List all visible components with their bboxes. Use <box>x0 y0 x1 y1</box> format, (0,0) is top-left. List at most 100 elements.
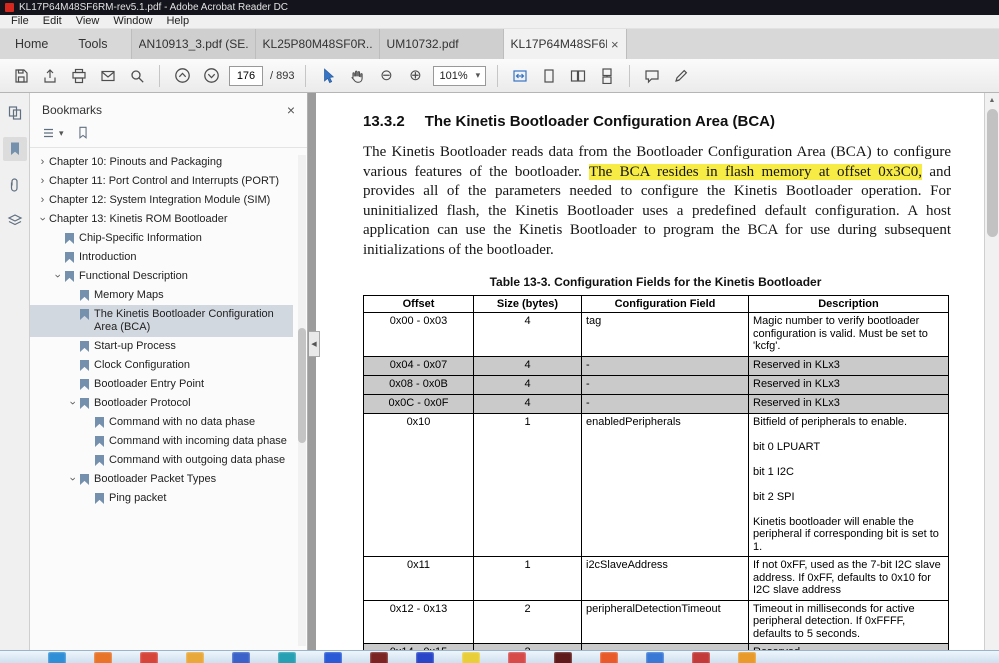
table-row: 0x11 1 i2cSlaveAddress If not 0xFF, used as… <box>363 556 949 601</box>
bookmark-item[interactable]: Bootloader Entry Point <box>30 375 293 394</box>
bookmark-item[interactable]: › Chapter 13: Kinetis ROM Bootloader <box>30 210 293 229</box>
bookmark-options-icon[interactable]: ▾ <box>42 126 64 140</box>
bookmark-item[interactable]: Command with incoming data phase <box>30 432 293 451</box>
taskbar-app-icon[interactable] <box>462 652 480 663</box>
taskbar-app-icon[interactable] <box>278 652 296 663</box>
bookmark-label: Command with no data phase <box>109 416 256 428</box>
table-cell-desc: Reserved in KLx3 <box>748 355 949 376</box>
menu-edit[interactable]: Edit <box>36 15 69 28</box>
zoom-out-icon[interactable]: ⊖ <box>375 64 397 88</box>
taskbar-app-icon[interactable] <box>370 652 388 663</box>
document-tab[interactable]: AN10913_3.pdf (SE... <box>130 29 255 59</box>
section-title: The Kinetis Bootloader Configuration Are… <box>424 113 775 130</box>
bookmark-item[interactable]: › Chapter 11: Port Control and Interrupts… <box>30 172 293 191</box>
taskbar-app-icon[interactable] <box>94 652 112 663</box>
taskbar-app-icon[interactable] <box>140 652 158 663</box>
close-panel-icon[interactable]: × <box>287 102 295 118</box>
bookmark-item[interactable]: Start-up Process <box>30 337 293 356</box>
bookmark-label: The Kinetis Bootloader Configuration Are… <box>94 308 274 333</box>
print-icon[interactable] <box>68 64 90 88</box>
collapse-chevron-icon[interactable]: › <box>67 397 79 410</box>
share-icon[interactable] <box>39 64 61 88</box>
bookmark-item[interactable]: › Bootloader Packet Types <box>30 470 293 489</box>
expand-chevron-icon[interactable]: › <box>36 194 49 206</box>
bookmarks-panel-title: Bookmarks <box>42 103 103 117</box>
tab-close-icon[interactable]: × <box>611 37 619 52</box>
taskbar-app-icon[interactable] <box>646 652 664 663</box>
document-tab[interactable]: KL25P80M48SF0R... <box>254 29 379 59</box>
table-cell-offset: 0x08 - 0x0B <box>363 374 474 395</box>
taskbar-app-icon[interactable] <box>186 652 204 663</box>
bookmark-item[interactable]: Clock Configuration <box>30 356 293 375</box>
select-tool-icon[interactable] <box>317 64 339 88</box>
tab-tools[interactable]: Tools <box>63 29 122 59</box>
table-cell-size: 4 <box>473 374 582 395</box>
bookmark-item[interactable]: › Bootloader Protocol <box>30 394 293 413</box>
taskbar-app-icon[interactable] <box>508 652 526 663</box>
page-number-input[interactable] <box>229 65 263 86</box>
menu-window[interactable]: Window <box>106 15 159 28</box>
bookmarks-scrollbar-thumb[interactable] <box>298 328 306 443</box>
zoom-level-select[interactable]: 101% ▾ <box>433 65 487 86</box>
tab-home[interactable]: Home <box>0 29 63 59</box>
save-icon[interactable] <box>10 64 32 88</box>
menu-help[interactable]: Help <box>159 15 196 28</box>
bookmark-item[interactable]: The Kinetis Bootloader Configuration Are… <box>30 305 293 337</box>
tab-bar: Home Tools AN10913_3.pdf (SE... KL25P80M4… <box>0 29 999 59</box>
taskbar-app-icon[interactable] <box>416 652 434 663</box>
acrobat-app-icon <box>5 3 14 12</box>
taskbar-app-icon[interactable] <box>738 652 756 663</box>
bookmarks-panel-icon[interactable] <box>2 137 27 161</box>
taskbar-app-icon[interactable] <box>48 652 66 663</box>
bookmark-item[interactable]: Command with no data phase <box>30 413 293 432</box>
panel-collapse-icon[interactable]: ◀ <box>309 331 320 357</box>
expand-chevron-icon[interactable]: › <box>36 175 49 187</box>
scrolling-view-icon[interactable] <box>596 64 618 88</box>
collapse-chevron-icon[interactable]: › <box>52 270 64 283</box>
bookmark-label: Chapter 12: System Integration Module (S… <box>49 194 271 206</box>
search-icon[interactable] <box>126 64 148 88</box>
toolbar-separator <box>629 64 631 87</box>
previous-page-icon[interactable] <box>171 64 193 88</box>
menu-file[interactable]: File <box>4 15 36 28</box>
bookmark-item[interactable]: › Chapter 10: Pinouts and Packaging <box>30 153 293 172</box>
comment-icon[interactable] <box>641 64 663 88</box>
collapse-chevron-icon[interactable]: › <box>37 213 49 226</box>
table-cell-field: - <box>581 374 749 395</box>
attachments-icon[interactable] <box>3 173 27 197</box>
scroll-up-icon[interactable]: ▲ <box>985 93 999 107</box>
vertical-scrollbar[interactable]: ▲ <box>984 93 999 650</box>
taskbar-app-icon[interactable] <box>324 652 342 663</box>
bookmark-icon <box>80 341 89 352</box>
hand-tool-icon[interactable] <box>346 64 368 88</box>
zoom-in-icon[interactable]: ⊕ <box>404 64 426 88</box>
table-cell-offset: 0x10 <box>363 412 474 557</box>
menu-view[interactable]: View <box>69 15 107 28</box>
taskbar-app-icon[interactable] <box>692 652 710 663</box>
bookmark-item[interactable]: Introduction <box>30 248 293 267</box>
bookmark-item[interactable]: Memory Maps <box>30 286 293 305</box>
bookmark-item[interactable]: Ping packet <box>30 489 293 508</box>
document-tab[interactable]: KL17P64M48SF6R... × <box>502 29 627 59</box>
navigation-pane-strip <box>0 93 30 650</box>
taskbar-app-icon[interactable] <box>600 652 618 663</box>
bookmark-item[interactable]: Command with outgoing data phase <box>30 451 293 470</box>
collapse-chevron-icon[interactable]: › <box>67 473 79 486</box>
scrollbar-thumb[interactable] <box>987 109 998 237</box>
bookmark-item[interactable]: › Chapter 12: System Integration Module (… <box>30 191 293 210</box>
two-page-view-icon[interactable] <box>567 64 589 88</box>
taskbar-app-icon[interactable] <box>232 652 250 663</box>
layers-icon[interactable] <box>3 209 27 233</box>
bookmark-item[interactable]: Chip-Specific Information <box>30 229 293 248</box>
bookmark-item[interactable]: › Functional Description <box>30 267 293 286</box>
email-icon[interactable] <box>97 64 119 88</box>
highlight-icon[interactable] <box>670 64 692 88</box>
fit-width-icon[interactable] <box>509 64 531 88</box>
expand-current-bookmark-icon[interactable] <box>76 126 90 140</box>
expand-chevron-icon[interactable]: › <box>36 156 49 168</box>
page-thumbnails-icon[interactable] <box>3 101 27 125</box>
document-tab[interactable]: UM10732.pdf <box>378 29 503 59</box>
next-page-icon[interactable] <box>200 64 222 88</box>
taskbar-app-icon[interactable] <box>554 652 572 663</box>
single-page-view-icon[interactable] <box>538 64 560 88</box>
